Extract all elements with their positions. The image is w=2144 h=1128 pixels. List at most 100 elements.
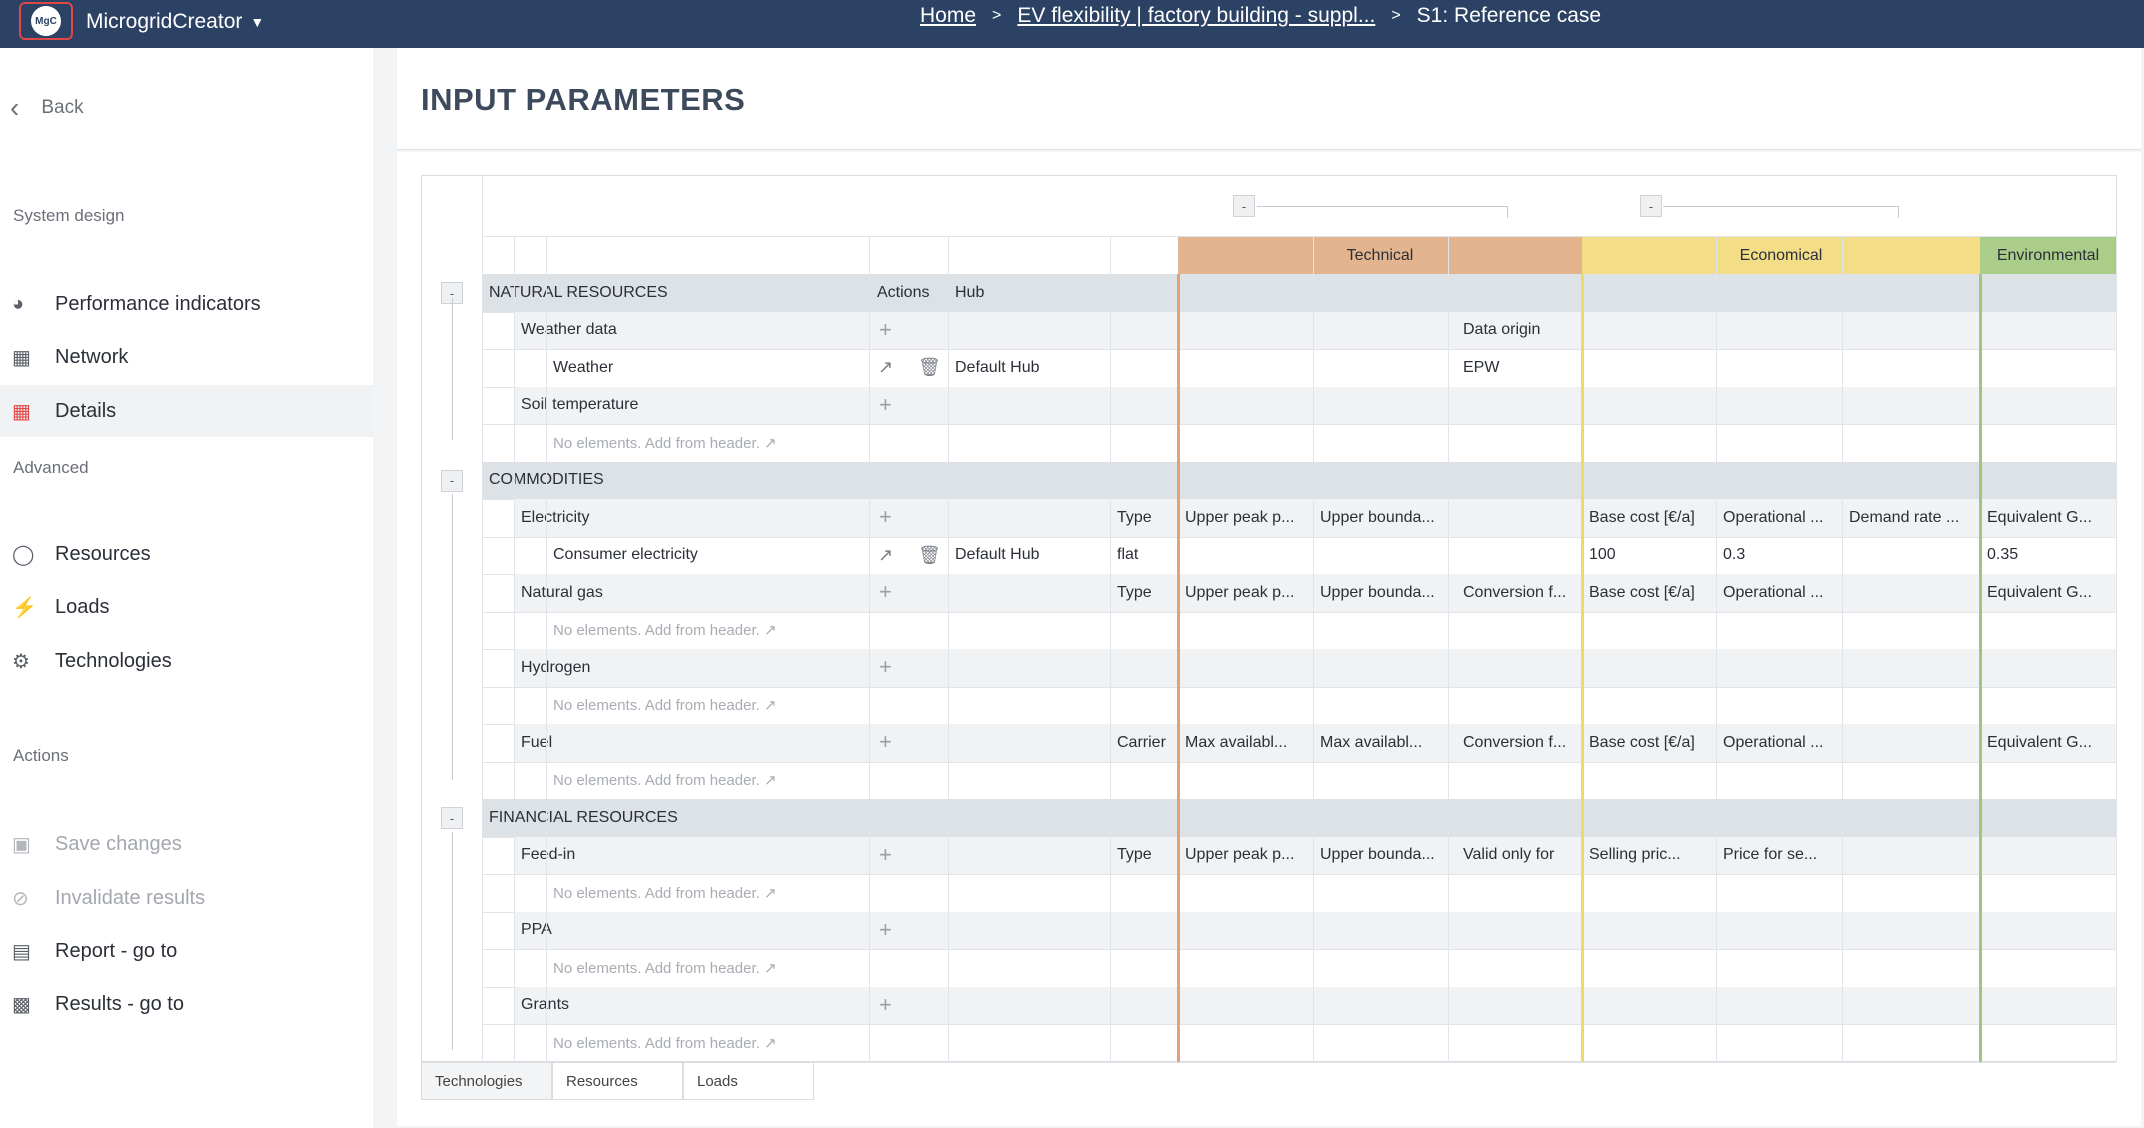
- element-name: Weather: [553, 358, 614, 376]
- bolt-icon: ⚡: [12, 596, 37, 619]
- sidebar-item-resources[interactable]: ◯ Resources: [0, 528, 373, 580]
- add-icon[interactable]: +: [879, 918, 892, 941]
- environmental-divider: [1979, 274, 1982, 1062]
- app-logo[interactable]: MgC: [19, 2, 73, 40]
- cell-value: Conversion f...: [1463, 733, 1567, 751]
- tree-guide: [452, 494, 453, 780]
- column-divider: [1448, 236, 1449, 1062]
- column-header-hub: Hub: [955, 283, 985, 301]
- save-changes-button[interactable]: ▣ Save changes: [0, 818, 373, 870]
- add-icon[interactable]: +: [879, 993, 892, 1016]
- collapse-technical-button[interactable]: -: [1233, 195, 1255, 217]
- bar-chart-icon: ▩: [12, 993, 31, 1016]
- ban-icon: ⊘: [12, 887, 29, 910]
- group-header-economical: Economical: [1582, 237, 1980, 274]
- column-divider: [514, 236, 515, 1062]
- collapse-section-button[interactable]: -: [441, 807, 463, 829]
- sidebar-item-label: Details: [55, 399, 117, 422]
- page-title: INPUT PARAMETERS: [421, 82, 746, 117]
- cell-value: Operational ...: [1723, 583, 1824, 601]
- add-icon[interactable]: +: [879, 506, 892, 528]
- cell-value: Max availabl...: [1185, 733, 1288, 751]
- sidebar-item-details[interactable]: ▦ Details: [0, 385, 373, 437]
- section-title: FINANCIAL RESOURCES: [489, 808, 678, 826]
- collapse-economical-button[interactable]: -: [1640, 195, 1662, 217]
- sidebar-item-label: Technologies: [55, 649, 172, 672]
- parameters-grid: - - Technical Economical Environmental - NATUR…: [421, 175, 2117, 1063]
- breadcrumb-home-link[interactable]: Home: [920, 4, 976, 28]
- tab-resources[interactable]: Resources: [552, 1062, 683, 1100]
- section-title: COMMODITIES: [482, 462, 862, 500]
- sidebar-item-label: Save changes: [55, 832, 182, 855]
- cell-value: Upper peak p...: [1185, 846, 1295, 864]
- category-label: Feed-in: [521, 846, 576, 864]
- sidebar-item-label: Loads: [55, 595, 110, 618]
- pie-chart-icon: ◕: [12, 292, 25, 315]
- group-bracket: [1663, 206, 1899, 207]
- empty-placeholder: No elements. Add from header. ↗: [553, 959, 777, 977]
- collapse-section-button[interactable]: -: [441, 469, 463, 492]
- save-icon: ▣: [12, 833, 31, 856]
- economical-divider: [1581, 274, 1584, 1062]
- back-label: Back: [41, 97, 84, 118]
- tab-loads[interactable]: Loads: [683, 1062, 814, 1100]
- sidebar-item-technologies[interactable]: ⚙ Technologies: [0, 635, 373, 687]
- invalidate-results-button[interactable]: ⊘ Invalidate results: [0, 872, 373, 924]
- column-header-actions: Actions: [877, 283, 930, 301]
- add-icon[interactable]: +: [879, 731, 892, 753]
- add-icon[interactable]: +: [879, 656, 892, 678]
- back-button[interactable]: ‹ Back: [10, 92, 84, 124]
- add-icon[interactable]: +: [879, 393, 892, 416]
- chevron-down-icon: ▼: [250, 14, 265, 30]
- column-divider: [1110, 236, 1111, 1062]
- trash-icon[interactable]: 🗑: [918, 545, 941, 566]
- cell-value: Base cost [€/a]: [1589, 733, 1695, 751]
- cell-value: 100: [1589, 546, 1616, 564]
- sidebar-item-performance-indicators[interactable]: ◕ Performance indicators: [0, 278, 373, 330]
- sheet-tabs: Technologies Resources Loads: [421, 1062, 814, 1100]
- trash-icon[interactable]: 🗑: [918, 357, 941, 378]
- actions-title: Actions: [13, 746, 69, 765]
- cell-value: Upper bounda...: [1320, 508, 1435, 526]
- tab-technologies[interactable]: Technologies: [421, 1062, 552, 1100]
- cell-value: Demand rate ...: [1849, 508, 1960, 526]
- tree-guide: [452, 298, 453, 440]
- results-go-to-button[interactable]: ▩ Results - go to: [0, 978, 373, 1030]
- sidebar-item-loads[interactable]: ⚡ Loads: [0, 581, 373, 633]
- sidebar-item-network[interactable]: ▦ Network: [0, 331, 373, 383]
- system-design-title: System design: [13, 206, 125, 225]
- empty-placeholder: No elements. Add from header. ↗: [553, 434, 777, 452]
- cell-value: Upper bounda...: [1320, 846, 1435, 864]
- app-switcher[interactable]: MicrogridCreator ▼: [86, 10, 264, 34]
- cell-value: 0.3: [1723, 546, 1746, 564]
- group-header-environmental: Environmental: [1980, 237, 2116, 274]
- external-link-icon[interactable]: ↗: [878, 357, 893, 378]
- breadcrumb-project-link[interactable]: EV flexibility | factory building - supp…: [1017, 4, 1375, 28]
- category-label: PPA: [521, 921, 552, 939]
- chevron-left-icon: ‹: [10, 92, 20, 123]
- breadcrumb-current: S1: Reference case: [1416, 4, 1602, 27]
- category-label: Natural gas: [521, 583, 603, 601]
- column-divider: [2116, 236, 2117, 1062]
- report-go-to-button[interactable]: ▤ Report - go to: [0, 925, 373, 977]
- empty-placeholder: No elements. Add from header. ↗: [553, 622, 777, 640]
- cell-value: Equivalent G...: [1987, 583, 2092, 601]
- sidebar-item-label: Results - go to: [55, 992, 184, 1015]
- cell-value: 0.35: [1987, 546, 2019, 564]
- empty-placeholder: No elements. Add from header. ↗: [553, 1034, 777, 1052]
- add-icon[interactable]: +: [879, 843, 892, 866]
- empty-placeholder: No elements. Add from header. ↗: [553, 772, 777, 790]
- sidebar-item-label: Network: [55, 345, 129, 368]
- cell-value: flat: [1117, 546, 1139, 564]
- technical-divider: [1177, 274, 1180, 1062]
- external-link-icon[interactable]: ↗: [878, 545, 893, 566]
- globe-icon: ◯: [12, 543, 35, 566]
- add-icon[interactable]: +: [879, 581, 892, 603]
- group-bracket: [1257, 206, 1508, 207]
- report-icon: ▤: [12, 940, 31, 963]
- chevron-right-icon: >: [992, 7, 1002, 24]
- cell-value: Upper bounda...: [1320, 583, 1435, 601]
- category-label: Electricity: [521, 508, 590, 526]
- add-icon[interactable]: +: [879, 318, 892, 341]
- cell-value: Base cost [€/a]: [1589, 508, 1695, 526]
